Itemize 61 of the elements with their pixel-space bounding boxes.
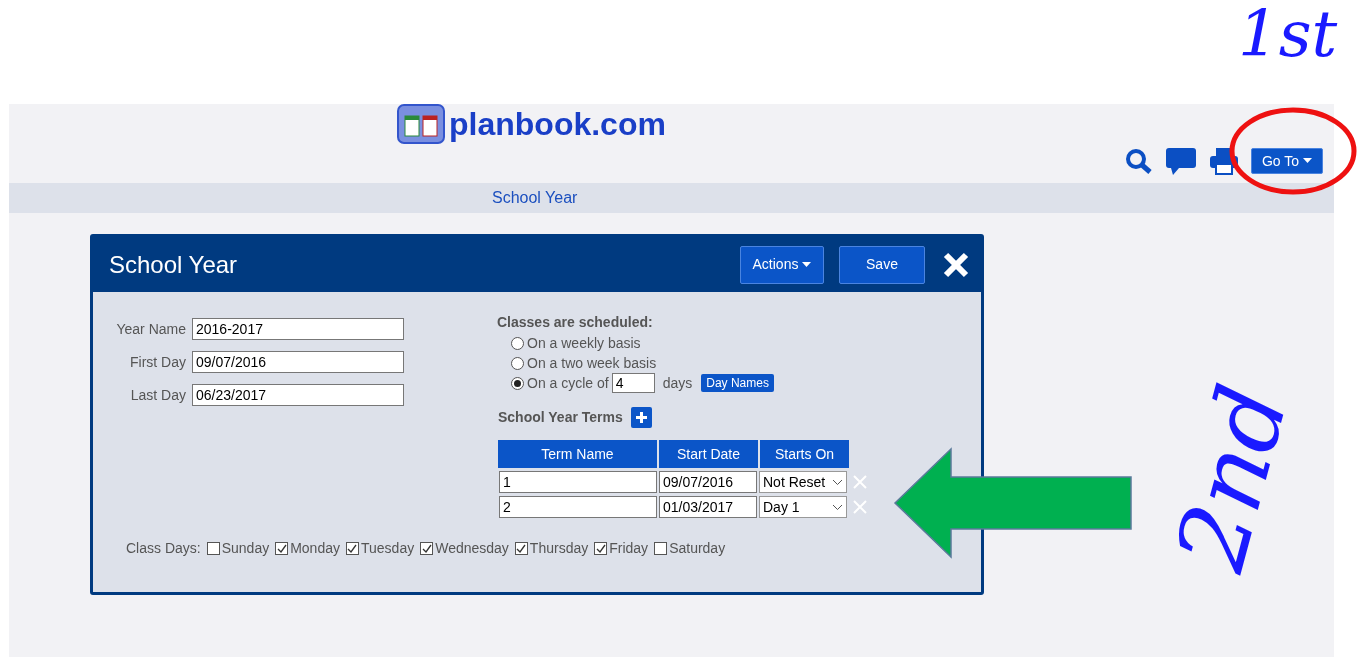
caret-icon <box>1303 158 1312 164</box>
caret-icon <box>802 261 812 268</box>
text-field[interactable]: 2016-2017 <box>192 318 404 340</box>
checkbox[interactable] <box>346 542 359 555</box>
radio-button[interactable] <box>511 376 524 390</box>
handwritten-note: 1st <box>1238 2 1338 66</box>
text-field[interactable]: 09/07/2016 <box>659 471 757 493</box>
checkbox[interactable] <box>514 542 528 555</box>
field-label: First Day <box>129 352 187 372</box>
printer-icon[interactable] <box>1208 147 1239 175</box>
radio-label: On a cycle of <box>527 373 609 393</box>
close-icon[interactable] <box>943 251 969 278</box>
day-label: Friday <box>609 539 649 558</box>
day-label: Monday <box>290 539 340 558</box>
schedule-heading: Classes are scheduled: <box>497 313 654 332</box>
checkbox[interactable] <box>420 542 434 555</box>
search-icon[interactable] <box>1124 148 1153 174</box>
dialog-title: School Year <box>109 249 239 280</box>
plus-icon <box>634 411 648 424</box>
field-label: Last Day <box>129 385 187 405</box>
text-field[interactable]: 09/07/2016 <box>192 351 404 373</box>
day-label: Saturday <box>669 539 726 558</box>
radio-label: On a weekly basis <box>527 333 641 353</box>
text-field[interactable]: 06/23/2017 <box>192 384 404 406</box>
terms-heading: School Year Terms <box>498 408 623 427</box>
add-term-button[interactable] <box>630 407 652 428</box>
go-to-button[interactable]: Go To <box>1250 148 1323 174</box>
day-label: Sunday <box>221 539 270 558</box>
class-days-label: Class Days: <box>126 539 201 558</box>
nav-link[interactable]: School Year <box>492 186 578 210</box>
logo-text: planbook.com <box>449 105 666 144</box>
text-field[interactable]: 01/03/2017 <box>659 496 757 518</box>
logo[interactable]: planbook.com <box>397 104 666 144</box>
calendar-logo-icon <box>397 104 445 144</box>
actions-button[interactable]: Actions <box>740 245 824 284</box>
chat-bubble-icon[interactable] <box>1164 146 1197 176</box>
checkbox[interactable] <box>275 542 289 555</box>
chevron-icon <box>832 478 843 486</box>
day-names-button[interactable]: Day Names <box>701 374 774 392</box>
starts-on-select[interactable]: Day 1 <box>759 496 847 518</box>
day-label: Thursday <box>529 539 589 558</box>
field-label: Year Name <box>115 319 187 339</box>
text-field[interactable]: 1 <box>499 471 657 493</box>
checkbox[interactable] <box>206 542 220 555</box>
checkbox[interactable] <box>654 542 668 555</box>
cycle-field[interactable]: 4 <box>611 373 655 393</box>
handwritten-note: 2nd <box>1161 376 1303 580</box>
day-label: Wednesday <box>435 539 509 558</box>
column-header: Start Date <box>659 440 758 468</box>
checkbox[interactable] <box>594 542 608 555</box>
chevron-icon <box>832 503 843 511</box>
radio-label: On a two week basis <box>527 353 657 373</box>
days-label: days <box>662 373 693 393</box>
radio-button[interactable] <box>511 356 524 370</box>
radio-button[interactable] <box>511 336 524 350</box>
column-header: Term Name <box>498 440 657 468</box>
column-header: Starts On <box>760 440 849 468</box>
day-label: Tuesday <box>361 539 415 558</box>
starts-on-select[interactable]: Not Reset <box>759 471 847 493</box>
text-field[interactable]: 2 <box>499 496 657 518</box>
save-button[interactable]: Save <box>839 245 925 284</box>
